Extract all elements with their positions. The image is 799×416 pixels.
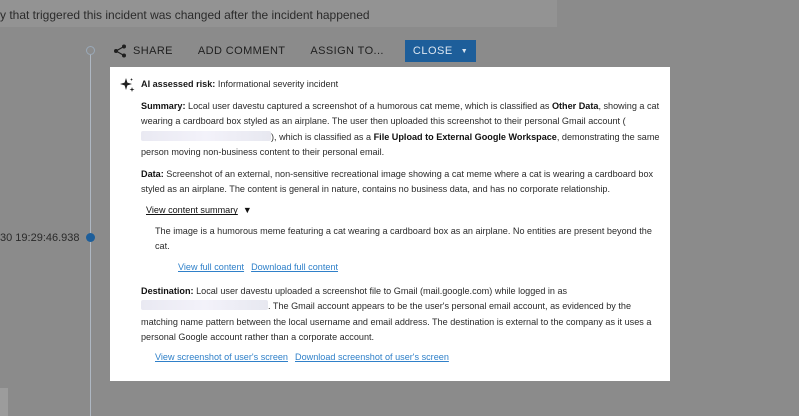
download-full-content-link[interactable]: Download full content (251, 260, 338, 275)
share-label: SHARE (133, 45, 173, 57)
side-tab[interactable] (0, 388, 8, 416)
risk-value: Informational severity incident (217, 79, 339, 90)
add-comment-button[interactable]: ADD COMMENT (198, 45, 286, 57)
data-section: Data: Screenshot of an external, non-sen… (119, 167, 660, 198)
download-screenshot-link[interactable]: Download screenshot of user's screen (295, 350, 449, 365)
assign-to-button[interactable]: ASSIGN TO... (310, 45, 383, 57)
add-comment-label: ADD COMMENT (197, 45, 286, 57)
timeline-node-active[interactable] (86, 233, 95, 242)
destination-section: Destination: Local user davestu uploaded… (119, 284, 660, 346)
event-timestamp: 30 19:29:46.938 (0, 232, 80, 244)
destination-text-1: Local user davestu uploaded a screenshot… (196, 286, 568, 297)
content-summary-toggle[interactable]: View content summary ▼ (146, 203, 660, 218)
summary-text-1: Local user davestu captured a screenshot… (188, 101, 550, 111)
caret-down-icon: ▼ (242, 205, 252, 216)
screenshot-links: View screenshot of user's screen Downloa… (119, 350, 660, 365)
view-full-content-link[interactable]: View full content (178, 260, 244, 275)
timeline-node-open (86, 46, 95, 55)
close-button[interactable]: CLOSE ▼ (404, 40, 477, 62)
redacted-email (141, 130, 271, 141)
share-button[interactable]: SHARE (113, 44, 173, 58)
incident-toolbar: SHARE ADD COMMENT ASSIGN TO... CLOSE ▼ (113, 40, 477, 62)
notice-text: y that triggered this incident was chang… (0, 8, 370, 22)
content-links: View full content Download full content (119, 260, 660, 275)
close-label: CLOSE (412, 45, 453, 57)
risk-header: AI assessed risk: Informational severity… (119, 77, 660, 93)
incident-change-notice: y that triggered this incident was chang… (0, 0, 557, 27)
summary-section: Summary: Local user davestu captured a s… (119, 99, 660, 161)
view-screenshot-link[interactable]: View screenshot of user's screen (155, 350, 288, 365)
sparkle-icon (120, 78, 135, 92)
summary-classification-1: Other Data (551, 101, 599, 111)
chevron-down-icon: ▼ (460, 47, 469, 55)
data-text: Screenshot of an external, non-sensitive… (141, 168, 654, 195)
summary-classification-2: File Upload to External Google Workspace (373, 131, 557, 142)
summary-label: Summary: (141, 101, 186, 111)
redacted-account (141, 300, 268, 311)
risk-label: AI assessed risk: (141, 79, 216, 90)
destination-label: Destination: (141, 286, 194, 297)
ai-risk-panel: AI assessed risk: Informational severity… (110, 67, 670, 381)
assign-to-label: ASSIGN TO... (310, 45, 384, 57)
data-label: Data: (141, 168, 164, 179)
share-icon (114, 44, 126, 58)
content-summary-text: The image is a humorous meme featuring a… (155, 225, 652, 252)
content-summary-toggle-label: View content summary (146, 205, 238, 216)
summary-text-3: ), which is classified as a (271, 131, 372, 142)
